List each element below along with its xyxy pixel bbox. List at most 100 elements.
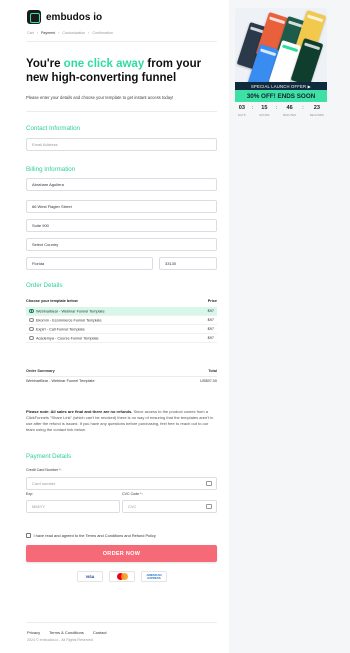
template-price: $97 (207, 335, 214, 340)
billing-title: Billing Information (26, 166, 76, 173)
page-subtitle: Please enter your details and choose you… (26, 95, 174, 100)
template-option[interactable]: Academya - Course Funnel Template $97 (26, 334, 217, 343)
summary-item: WebinarBear - Webinar Funnel Template (26, 379, 95, 383)
radio-icon[interactable] (29, 335, 34, 340)
cvc-label: CVC Code *: (122, 492, 143, 496)
section-divider (26, 111, 217, 112)
summary-header: Order Summary Total (26, 369, 217, 373)
promo-image (235, 8, 327, 83)
mastercard-icon (109, 571, 135, 582)
countdown-value: 23 (313, 105, 320, 111)
countdown-label: HOURS (259, 114, 270, 117)
contact-title: Contact Information (26, 125, 80, 132)
template-option-name: Ekomm - Ecommerce Funnel Template (29, 317, 102, 322)
radio-icon[interactable] (29, 317, 34, 322)
footer-link-contact[interactable]: Contact (93, 630, 107, 635)
title-highlight: one click away (63, 58, 145, 70)
card-icon (206, 481, 212, 486)
template-price: $97 (207, 317, 214, 322)
card-label: Credit Card Number *: (26, 468, 62, 472)
radio-icon[interactable] (29, 326, 34, 331)
footer-links: Privacy Terms & Conditions Contact (27, 630, 107, 635)
breadcrumb-cart[interactable]: Cart (27, 31, 34, 35)
header-divider (26, 41, 217, 42)
terms-checkbox[interactable] (26, 533, 31, 538)
countdown-sep: : (251, 105, 254, 111)
breadcrumb-sep: › (88, 31, 90, 35)
country-select[interactable]: Select Country (26, 238, 217, 251)
countdown-label: DAYS (238, 114, 246, 117)
footer-link-terms[interactable]: Terms & Conditions (49, 630, 84, 635)
template-option-name: WebinarBear - Webinar Funnel Template (29, 308, 105, 313)
countdown-seconds: 23 SECONDS (310, 105, 324, 117)
card-number-field[interactable]: Card number (26, 477, 217, 490)
email-field[interactable]: Email Address (26, 138, 217, 151)
countdown-hours: 15 HOURS (259, 105, 269, 117)
exp-label: Exp: (26, 492, 34, 496)
order-title: Order Details (26, 282, 63, 289)
refund-note: Please note: All sales are final and the… (26, 409, 217, 433)
logo-icon (27, 10, 41, 24)
countdown-value: 15 (261, 105, 268, 111)
breadcrumb-sep: › (36, 31, 38, 35)
card-placeholder: Card number (32, 481, 56, 486)
cvc-card-icon (206, 504, 212, 509)
countdown-days: 03 DAYS (238, 105, 246, 117)
summary-row: WebinarBear - Webinar Funnel Template US… (26, 379, 217, 383)
template-option[interactable]: Expirt - Call Funnel Template $97 (26, 325, 217, 334)
template-name: Expirt - Call Funnel Template (36, 326, 85, 331)
summary-divider (26, 376, 217, 377)
breadcrumb-customization[interactable]: Customization (62, 31, 85, 35)
exp-field[interactable]: MM/YY (26, 500, 120, 513)
countdown-timer: 03 DAYS : 15 HOURS : 46 MINUTES : 23 SECONDS (235, 105, 327, 117)
template-price: $97 (207, 326, 214, 331)
order-now-button[interactable]: ORDER NOW (26, 545, 217, 562)
breadcrumb-payment[interactable]: Payment (41, 31, 55, 35)
summary-label: Order Summary (26, 369, 55, 373)
total-label: Total (208, 369, 217, 373)
countdown-value: 46 (286, 105, 293, 111)
brand-logo[interactable]: embudos io (27, 10, 102, 24)
breadcrumb: Cart › Payment › Customization › Confirm… (27, 31, 113, 35)
template-price: $97 (207, 308, 214, 313)
template-option[interactable]: WebinarBear - Webinar Funnel Template $9… (26, 307, 217, 316)
template-option-name: Expirt - Call Funnel Template (29, 326, 85, 331)
breadcrumb-confirmation[interactable]: Confirmation (92, 31, 112, 35)
cvc-field[interactable]: CVC (122, 500, 217, 513)
template-name: WebinarBear - Webinar Funnel Template (36, 308, 105, 313)
visa-icon: VISA (77, 571, 103, 582)
template-name: Academya - Course Funnel Template (36, 335, 99, 340)
template-header: Choose your template below Price (26, 299, 217, 303)
template-option[interactable]: Ekomm - Ecommerce Funnel Template $97 (26, 316, 217, 325)
amex-icon: AMERICAN EXPRESS (141, 571, 167, 582)
countdown-sep: : (275, 105, 278, 111)
zip-field[interactable]: 33130 (159, 257, 217, 270)
state-field[interactable]: Florida (26, 257, 153, 270)
title-pre: You're (26, 58, 64, 70)
template-name: Ekomm - Ecommerce Funnel Template (36, 317, 102, 322)
note-bold: Please note: All sales are final and the… (26, 409, 133, 414)
countdown-value: 03 (238, 105, 245, 111)
name-field[interactable]: Abraham Aguilera (26, 178, 217, 191)
countdown-label: MINUTES (283, 114, 297, 117)
mastercard-circles (116, 573, 128, 580)
radio-icon[interactable] (29, 308, 34, 313)
template-option-name: Academya - Course Funnel Template (29, 335, 99, 340)
copyright: 2024 © embudos.io - All Rights Reserved (27, 638, 93, 642)
breadcrumb-sep: › (58, 31, 60, 35)
choose-label: Choose your template below (26, 299, 78, 303)
footer-link-privacy[interactable]: Privacy (27, 630, 40, 635)
launch-offer-banner: SPECIAL LAUNCH OFFER ▶ (235, 82, 327, 90)
terms-row[interactable]: I have read and agreed to the Terms and … (26, 533, 156, 538)
terms-label: I have read and agreed to the Terms and … (33, 533, 156, 538)
countdown-sep: : (302, 105, 304, 111)
footer-divider (26, 622, 217, 623)
countdown-label: SECONDS (309, 114, 324, 117)
street-field[interactable]: 66 West Flagler Street (26, 200, 217, 213)
suite-field[interactable]: Suite 900 (26, 219, 217, 232)
discount-banner: 30% OFF! ENDS SOON (235, 90, 327, 102)
price-label: Price (207, 299, 217, 303)
summary-price: US$97.00 (200, 379, 217, 383)
payment-title: Payment Details (26, 453, 72, 460)
payment-logos: VISA AMERICAN EXPRESS (77, 571, 167, 582)
